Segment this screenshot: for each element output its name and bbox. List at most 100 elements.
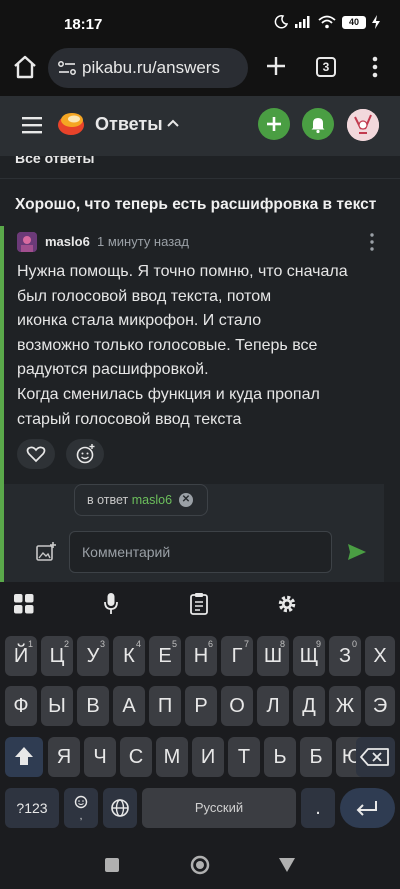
emoji-key[interactable]: , <box>64 788 98 828</box>
comment-author-avatar[interactable] <box>17 232 37 252</box>
key-label: Х <box>373 645 387 667</box>
comment-line: был голосовой ввод текста, потом <box>17 287 272 305</box>
globe-icon <box>111 799 129 817</box>
status-time: 18:17 <box>64 16 103 33</box>
key-hint: 4 <box>135 639 141 649</box>
emoji-add-icon <box>76 444 95 464</box>
enter-key[interactable] <box>340 788 395 828</box>
key[interactable]: С <box>120 737 152 777</box>
post-title[interactable]: Хорошо, что теперь есть расшифровка в те… <box>15 196 376 214</box>
chevron-up-icon[interactable] <box>167 119 179 127</box>
status-icons: 40 <box>274 15 380 29</box>
key[interactable]: О <box>221 686 253 726</box>
heart-icon <box>26 446 46 463</box>
key-hint: 1 <box>27 639 33 649</box>
key[interactable]: Д <box>293 686 325 726</box>
recents-button[interactable] <box>105 858 119 872</box>
pikabu-logo-icon[interactable] <box>56 108 86 138</box>
send-icon[interactable] <box>346 542 368 562</box>
back-button[interactable] <box>278 857 296 873</box>
key[interactable]: Б <box>300 737 332 777</box>
key[interactable]: Ь <box>264 737 296 777</box>
key[interactable]: З0 <box>329 636 361 676</box>
app-header: Ответы <box>0 96 400 156</box>
key-label: Н <box>193 645 209 667</box>
hamburger-menu-icon[interactable] <box>20 114 44 136</box>
key-label: Т <box>237 746 251 768</box>
like-button[interactable] <box>17 439 55 469</box>
gear-icon[interactable] <box>276 593 298 615</box>
key[interactable]: Р <box>185 686 217 726</box>
key[interactable]: Я <box>48 737 80 777</box>
period-key[interactable]: . <box>301 788 335 828</box>
key[interactable]: Л <box>257 686 289 726</box>
key[interactable]: Э <box>365 686 395 726</box>
header-title[interactable]: Ответы <box>95 114 163 135</box>
new-tab-icon[interactable] <box>262 52 290 80</box>
add-reaction-button[interactable] <box>66 439 104 469</box>
svg-text:,: , <box>80 811 83 822</box>
key[interactable]: Ц2 <box>41 636 73 676</box>
reply-chip-name: maslo6 <box>131 493 173 507</box>
key[interactable]: К4 <box>113 636 145 676</box>
image-attach-icon[interactable] <box>35 541 57 563</box>
home-button[interactable] <box>190 855 210 875</box>
key[interactable]: Т <box>228 737 260 777</box>
close-icon[interactable]: ✕ <box>179 493 193 507</box>
key[interactable]: В <box>77 686 109 726</box>
url-bar[interactable]: pikabu.ru/answers <box>48 48 248 88</box>
signal-icon <box>295 16 310 28</box>
home-icon[interactable] <box>10 52 40 82</box>
space-key[interactable]: Русский <box>142 788 296 828</box>
key[interactable]: Ф <box>5 686 37 726</box>
keyboard: Й1 Ц2 У3 К4 Е5 Н6 Г7 Ш8 Щ9 З0 Х Ф Ы В А … <box>0 626 400 841</box>
tab-switcher-button[interactable]: 3 <box>316 57 336 77</box>
key[interactable]: Х <box>365 636 395 676</box>
key-label: С <box>128 746 144 768</box>
site-settings-icon[interactable] <box>58 61 76 75</box>
key[interactable]: Ж <box>329 686 361 726</box>
key[interactable]: А <box>113 686 145 726</box>
backspace-key[interactable] <box>356 737 395 777</box>
reply-to-chip: в ответ maslo6 ✕ <box>74 484 208 516</box>
key[interactable]: Г7 <box>221 636 253 676</box>
microphone-icon[interactable] <box>103 592 119 616</box>
comment-line: Нужна помощь. Я точно помню, что сначала <box>17 263 348 280</box>
key[interactable]: И <box>192 737 224 777</box>
key[interactable]: Н6 <box>185 636 217 676</box>
key[interactable]: Й1 <box>5 636 37 676</box>
comment-more-icon[interactable] <box>368 232 376 252</box>
key-label: Л <box>266 695 280 717</box>
reply-chip-prefix: в ответ <box>87 493 129 507</box>
key-label: П <box>157 695 173 717</box>
reply-form: в ответ maslo6 ✕ Комментарий <box>4 484 384 582</box>
key[interactable]: П <box>149 686 181 726</box>
numbers-key[interactable]: ?123 <box>5 788 59 828</box>
browser-menu-icon[interactable] <box>368 54 382 80</box>
comment-author[interactable]: maslo6 <box>45 234 90 249</box>
key-hint: 9 <box>315 639 321 649</box>
all-answers-label[interactable]: Все ответы <box>15 156 94 166</box>
key[interactable]: Щ9 <box>293 636 325 676</box>
battery-icon: 40 <box>342 15 366 29</box>
key[interactable]: Ш8 <box>257 636 289 676</box>
key-label: З <box>338 645 352 667</box>
key[interactable]: Е5 <box>149 636 181 676</box>
backspace-icon <box>360 748 389 766</box>
key-hint: 7 <box>243 639 249 649</box>
key[interactable]: Ы <box>41 686 73 726</box>
add-post-button[interactable] <box>258 108 290 140</box>
key[interactable]: Ч <box>84 737 116 777</box>
language-key[interactable] <box>103 788 137 828</box>
notifications-button[interactable] <box>302 108 334 140</box>
moon-icon <box>274 15 288 29</box>
comment-input[interactable]: Комментарий <box>69 531 332 573</box>
key-label: Ж <box>335 695 355 717</box>
key[interactable]: У3 <box>77 636 109 676</box>
comment-text: Нужна помощь. Я точно помню, что сначала… <box>17 260 367 432</box>
shift-key[interactable] <box>5 737 43 777</box>
key[interactable]: М <box>156 737 188 777</box>
clipboard-icon[interactable] <box>189 592 209 616</box>
apps-grid-icon[interactable] <box>13 593 35 615</box>
user-avatar[interactable] <box>347 109 379 141</box>
